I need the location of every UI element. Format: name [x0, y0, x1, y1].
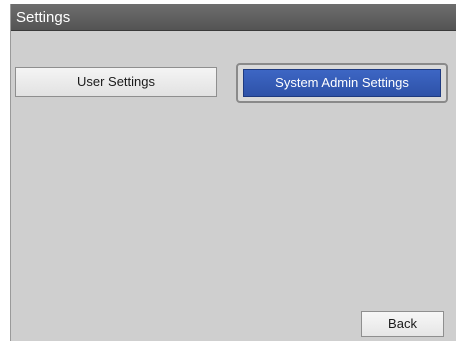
system-admin-settings-button[interactable]: System Admin Settings: [243, 69, 441, 97]
settings-window: Settings: [10, 4, 456, 341]
user-settings-button[interactable]: User Settings: [15, 67, 217, 97]
back-button[interactable]: Back: [361, 311, 444, 337]
window-title: Settings: [11, 4, 456, 31]
